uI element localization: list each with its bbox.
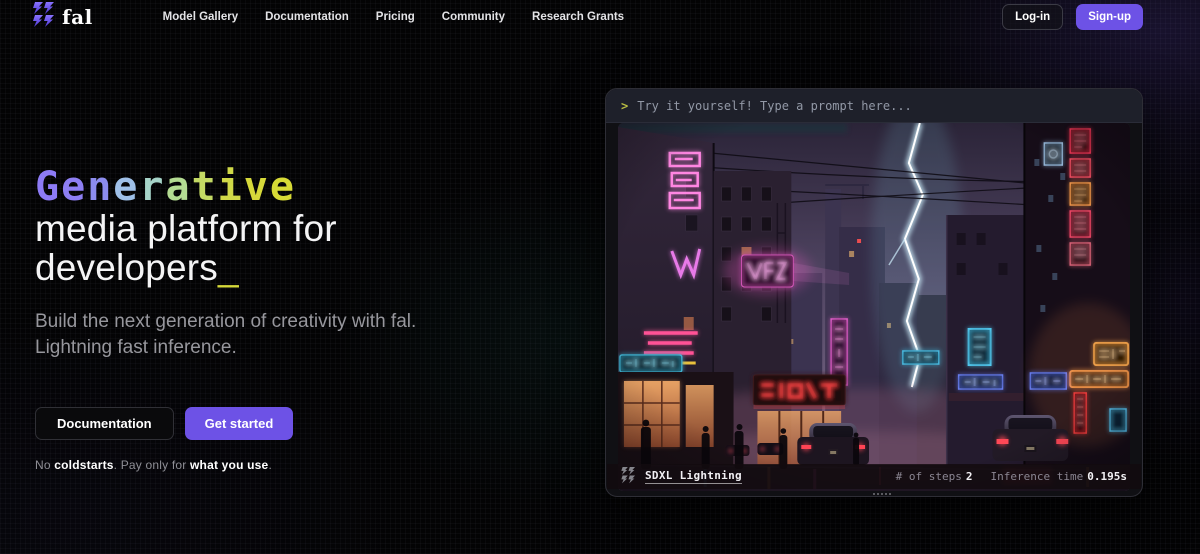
fal-logo[interactable]: fal [33,1,93,33]
resize-grip-handle[interactable] [873,493,875,495]
demo-card: > Try it yourself! Type a prompt here... [605,88,1143,497]
signup-button[interactable]: Sign-up [1076,4,1143,30]
top-nav: fal Model Gallery Documentation Pricing … [0,0,1200,34]
inference-time-label: Inference time [990,470,1084,483]
prompt-input[interactable]: > Try it yourself! Type a prompt here... [606,89,1142,123]
model-name-link[interactable]: SDXL Lightning [645,469,742,484]
prompt-chevron-icon: > [621,98,629,113]
prompt-placeholder: Try it yourself! Type a prompt here... [637,98,912,113]
documentation-button[interactable]: Documentation [35,407,174,440]
generated-image [618,123,1130,491]
hero-title-line2: media platform for [35,208,337,249]
nav-item-research-grants[interactable]: Research Grants [532,11,624,23]
fal-footer-icon [621,466,636,487]
get-started-button[interactable]: Get started [184,407,294,440]
hero-title-line3: developers_ [35,247,239,288]
hero-title-gradient: Generative [35,164,296,210]
fal-logo-text: fal [62,5,93,29]
fal-logo-icon [33,1,55,33]
nav-links: Model Gallery Documentation Pricing Comm… [163,11,624,23]
blinking-cursor: _ [218,247,239,288]
hero-section: Generative media platform for developers… [35,165,505,472]
login-button[interactable]: Log-in [1002,4,1064,30]
steps-value: 2 [965,470,973,483]
nav-item-model-gallery[interactable]: Model Gallery [163,11,238,23]
fineprint: No coldstarts. Pay only for what you use… [35,458,272,472]
inference-time-value: 0.195s [1087,470,1127,483]
demo-card-footer: SDXL Lightning # of steps 2 Inference ti… [607,464,1141,489]
nav-item-pricing[interactable]: Pricing [376,11,415,23]
steps-label: # of steps [895,470,962,483]
nav-item-documentation[interactable]: Documentation [265,11,349,23]
hero-subtitle: Build the next generation of creativity … [35,311,417,358]
nav-item-community[interactable]: Community [442,11,505,23]
